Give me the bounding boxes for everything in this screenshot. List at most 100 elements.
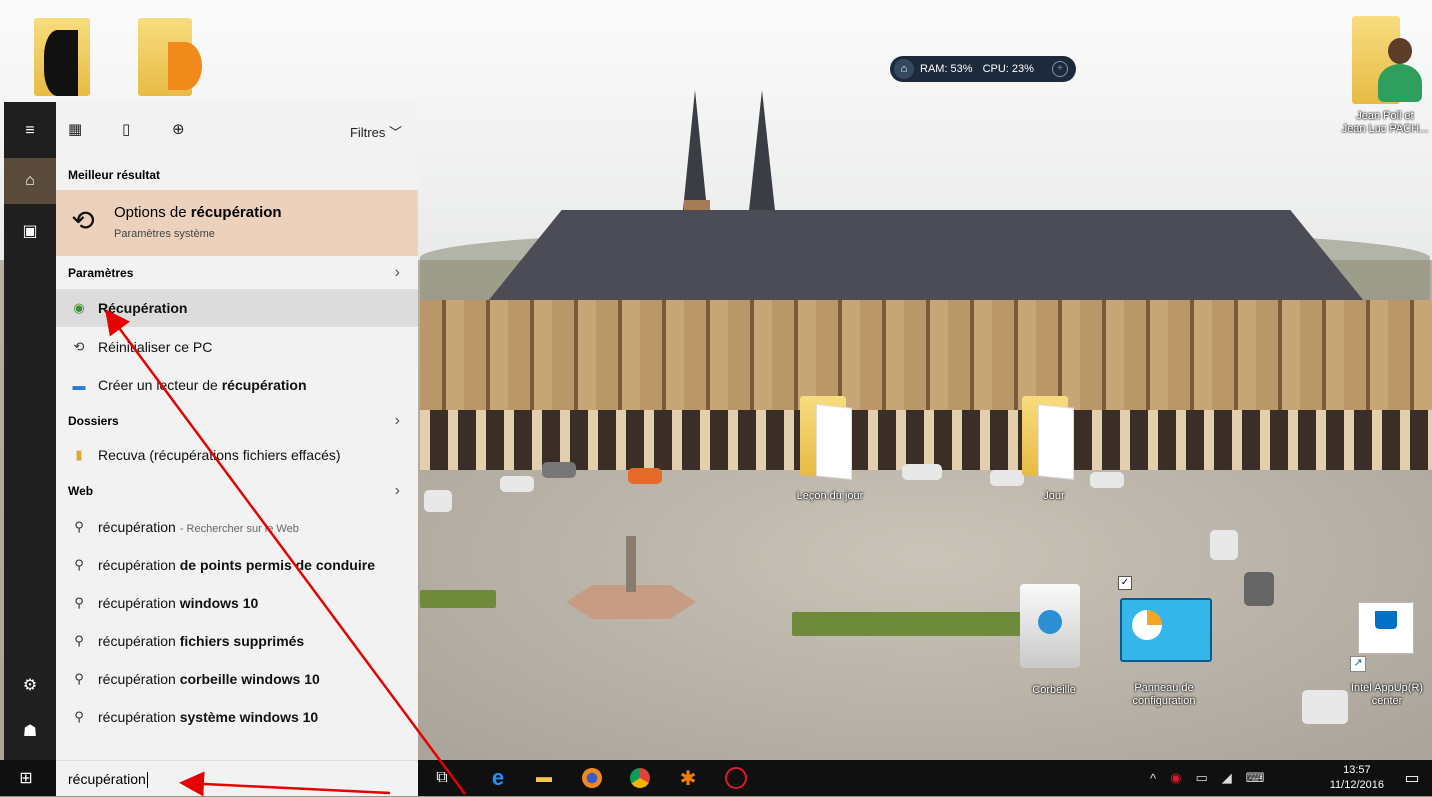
hamburger-menu-icon[interactable]: ≡ <box>4 108 56 154</box>
chrome-icon[interactable] <box>626 764 654 792</box>
desktop-icon-intel-appup[interactable]: ↗ Intel AppUp(R) center <box>1342 600 1432 716</box>
car <box>1210 530 1238 560</box>
document-icon <box>1038 404 1074 480</box>
result-creer-lecteur[interactable]: ▬ Créer un lecteur de récupération <box>56 366 418 404</box>
notebook-icon[interactable]: ▣ <box>4 208 56 254</box>
file-explorer-icon[interactable]: ▬ <box>530 764 558 792</box>
documents-filter-icon[interactable]: ▯ <box>122 120 130 138</box>
desktop-icon-folder-1[interactable] <box>24 12 94 96</box>
system-tray: ^ ◉ ▭ ◢ ⌨ <box>1150 760 1279 796</box>
search-icon: ⚲ <box>74 671 84 686</box>
search-results-panel: ▦ ▯ ⊕ Filtres ﹀ Meilleur résultat ⟲ Opti… <box>56 102 418 760</box>
document-icon <box>816 404 852 480</box>
web-suggestion[interactable]: ⚲ récupération - Rechercher sur le Web <box>56 508 418 546</box>
chevron-right-icon: › <box>394 412 400 429</box>
web-suggestion[interactable]: ⚲ récupération corbeille windows 10 <box>56 660 418 698</box>
reset-history-icon: ⟲ <box>73 339 85 354</box>
car <box>500 476 534 492</box>
car <box>424 490 452 512</box>
apps-filter-icon[interactable]: ▦ <box>68 120 82 138</box>
search-icon: ⚲ <box>74 519 84 534</box>
best-match-subtitle: Paramètres système <box>114 228 215 240</box>
search-input[interactable]: récupération <box>56 760 418 796</box>
recovery-drive-icon: ▬ <box>72 377 86 393</box>
desktop-icon-folder-2[interactable] <box>130 12 210 96</box>
recovery-app-icon: ◉ <box>73 300 85 315</box>
desktop-icon-label: Corbeille <box>1032 684 1076 696</box>
search-icon: ⚲ <box>74 557 84 572</box>
wallpaper-roofs <box>480 210 1372 310</box>
search-icon: ⚲ <box>74 595 84 610</box>
wallpaper-facade <box>420 300 1432 410</box>
show-hidden-icons-chevron-icon[interactable]: ^ <box>1150 771 1156 786</box>
windows-start-icon[interactable]: ⊞ <box>12 764 40 792</box>
media-logo-icon <box>168 42 202 90</box>
desktop-icon-label: Jean Poll et Jean Luc PACH... <box>1341 110 1429 135</box>
car <box>628 468 662 484</box>
plus-icon[interactable]: + <box>1052 61 1068 77</box>
result-reinitialiser-pc[interactable]: ⟲ Réinitialiser ce PC <box>56 328 418 366</box>
car <box>1244 572 1274 606</box>
chevron-right-icon: › <box>394 264 400 281</box>
shortcut-arrow-icon: ↗ <box>1350 656 1366 672</box>
desktop-icon-user-folder[interactable]: Jean Poll et Jean Luc PACH... <box>1340 10 1430 140</box>
car <box>542 462 576 478</box>
web-suggestion[interactable]: ⚲ récupération de points permis de condu… <box>56 546 418 584</box>
lawn-left <box>420 590 496 608</box>
desktop-icon-lecon-du-jour[interactable]: Leçon du jour <box>790 396 870 506</box>
car <box>902 464 942 480</box>
web-filter-icon[interactable]: ⊕ <box>172 120 185 138</box>
search-icon: ⚲ <box>74 633 84 648</box>
selection-checkbox[interactable]: ✓ <box>1118 576 1132 590</box>
task-view-icon[interactable]: ⧉ <box>428 764 456 792</box>
web-suggestion[interactable]: ⚲ récupération fichiers supprimés <box>56 622 418 660</box>
filters-dropdown[interactable]: Filtres ﹀ <box>350 122 402 141</box>
text-caret <box>146 772 148 789</box>
best-match-item[interactable]: ⟲ Options de récupération Paramètres sys… <box>56 190 418 256</box>
intel-appup-icon <box>1358 602 1414 654</box>
control-panel-icon <box>1120 598 1212 662</box>
chevron-down-icon: ﹀ <box>388 125 402 140</box>
result-recuperation[interactable]: ◉ Récupération <box>56 289 418 327</box>
wifi-icon[interactable]: ◢ <box>1222 770 1232 786</box>
best-match-title: Options de récupération <box>114 204 282 221</box>
feedback-icon[interactable]: ☗ <box>4 708 56 754</box>
avast-icon[interactable]: ✱ <box>674 764 702 792</box>
best-match-header: Meilleur résultat <box>68 168 161 182</box>
edge-browser-icon[interactable]: e <box>484 764 512 792</box>
settings-gear-icon[interactable]: ⚙ <box>4 662 56 708</box>
keyboard-icon[interactable]: ⌨ <box>1246 770 1265 786</box>
desktop-icon-jour[interactable]: Jour <box>1014 396 1094 506</box>
desktop-icon-label: Jour <box>1043 490 1065 502</box>
recovery-tool-icon[interactable] <box>722 764 750 792</box>
desktop-icon-label: Panneau de configuration <box>1132 682 1196 707</box>
search-icon: ⚲ <box>74 709 84 724</box>
ram-usage: RAM: 53% <box>920 63 973 75</box>
lawn-right <box>792 612 1022 636</box>
folders-section-header[interactable]: Dossiers › <box>56 408 418 434</box>
result-recuva-folder[interactable]: ▮ Recuva (récupérations fichiers effacés… <box>56 436 418 474</box>
settings-section-header[interactable]: Paramètres › <box>56 260 418 286</box>
history-icon: ⟲ <box>71 205 95 236</box>
cpu-usage: CPU: 23% <box>982 63 1034 75</box>
home-icon[interactable]: ⌂ <box>4 158 56 204</box>
security-tray-icon[interactable]: ◉ <box>1170 770 1181 786</box>
desktop-icon-label: Leçon du jour <box>796 490 864 502</box>
web-section-header[interactable]: Web › <box>56 478 418 504</box>
web-suggestion[interactable]: ⚲ récupération système windows 10 <box>56 698 418 736</box>
web-suggestion[interactable]: ⚲ récupération windows 10 <box>56 584 418 622</box>
fountain-column <box>626 536 636 592</box>
chevron-right-icon: › <box>394 482 400 499</box>
firefox-icon[interactable] <box>578 764 606 792</box>
taskbar-clock[interactable]: 13:57 11/12/2016 <box>1330 763 1384 793</box>
network-tray-icon[interactable]: ▭ <box>1195 770 1207 786</box>
desktop-icon-corbeille[interactable]: ✓ Corbeille <box>1014 576 1132 696</box>
user-avatar-icon <box>1378 38 1422 102</box>
desktop-icon-label: Intel AppUp(R) center <box>1350 682 1424 707</box>
action-center-icon[interactable]: ▭ <box>1398 764 1426 792</box>
car <box>1090 472 1124 488</box>
broom-icon[interactable]: ⌂ <box>894 59 914 79</box>
desktop-icon-panneau-de-configuration[interactable]: Panneau de configuration <box>1116 596 1212 716</box>
start-menu-rail: ≡ ⌂ ▣ ⚙ ☗ <box>4 102 56 760</box>
ram-cpu-widget[interactable]: ⌂ RAM: 53% CPU: 23% + <box>890 56 1076 82</box>
